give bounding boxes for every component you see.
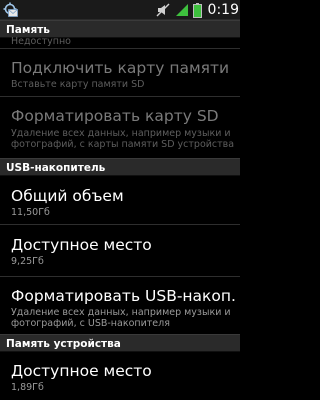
item-value: 1,89Гб xyxy=(11,382,44,393)
section-header-device-memory: Память устройства xyxy=(0,334,240,352)
item-value: 9,25Гб xyxy=(11,256,44,267)
mute-icon xyxy=(156,3,170,17)
item-title: Общий объем xyxy=(11,187,124,205)
storage-settings-list[interactable]: Память Недоступно Подключить карту памят… xyxy=(0,20,240,400)
section-header-usb-storage: USB-накопитель xyxy=(0,158,240,176)
mount-sd-card-item[interactable]: Подключить карту памяти Вставьте карту п… xyxy=(0,49,240,96)
mail-icon xyxy=(8,9,18,17)
item-subtitle: Вставьте карту памяти SD xyxy=(11,79,145,90)
usb-available-space-item: Доступное место 9,25Гб xyxy=(0,225,240,276)
battery-icon xyxy=(193,3,202,18)
item-title: Подключить карту памяти xyxy=(11,59,230,77)
item-title: Форматировать USB-накоп. xyxy=(11,287,236,305)
signal-icon xyxy=(176,4,188,16)
item-title: Доступное место xyxy=(11,362,152,380)
usb-total-space-item: Общий объем 11,50Гб xyxy=(0,176,240,224)
clock: 0:19 xyxy=(207,2,239,18)
item-title: Форматировать карту SD xyxy=(11,107,219,125)
status-bar: 0:19 xyxy=(0,0,240,20)
item-subtitle: Удаление всех данных, например музыки и … xyxy=(11,128,235,150)
item-subtitle: Удаление всех данных, например музыки и … xyxy=(11,307,231,329)
partial-item-unavailable: Недоступно xyxy=(11,36,71,47)
device-available-space-item: Доступное место 1,89Гб xyxy=(0,352,240,400)
format-usb-storage-item[interactable]: Форматировать USB-накоп. Удаление всех д… xyxy=(0,277,240,333)
item-value: 11,50Гб xyxy=(11,207,50,218)
format-sd-card-item[interactable]: Форматировать карту SD Удаление всех дан… xyxy=(0,97,240,155)
item-title: Доступное место xyxy=(11,236,152,254)
